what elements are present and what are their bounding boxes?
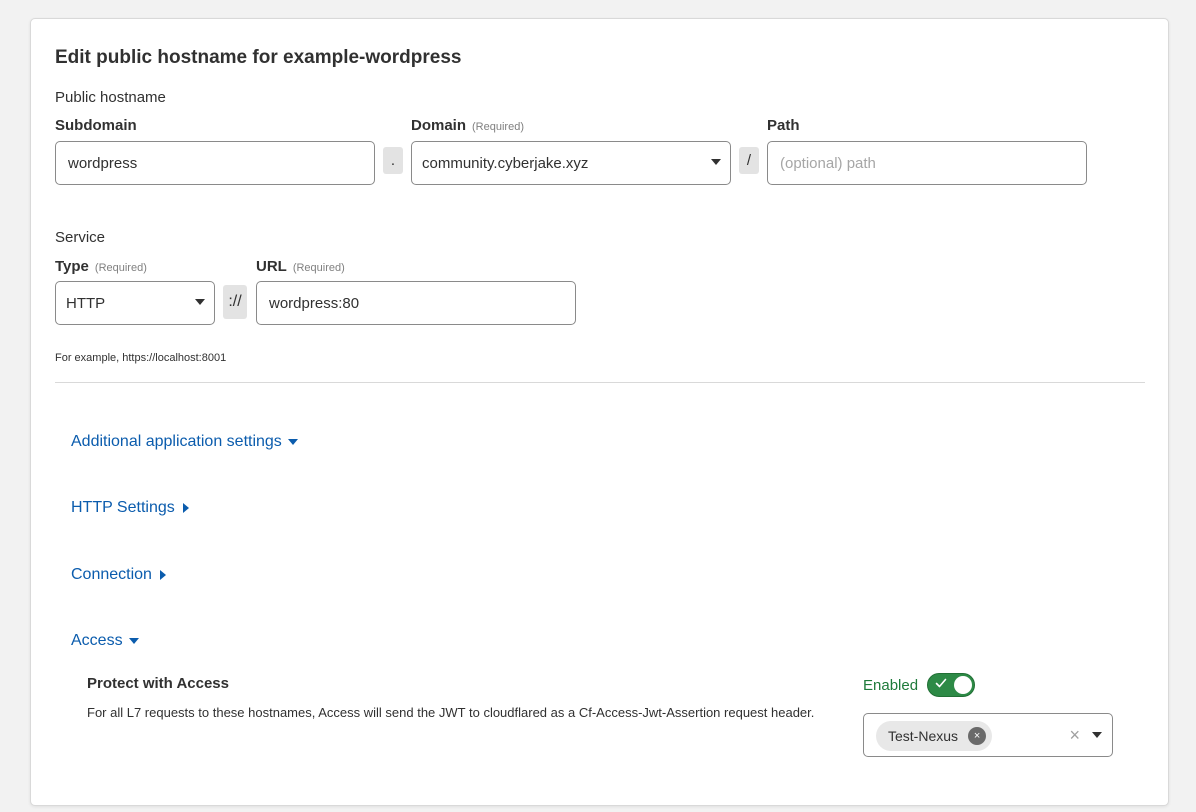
- domain-select[interactable]: community.cyberjake.xyz: [411, 141, 731, 185]
- path-label-text: Path: [767, 117, 800, 134]
- application-chip-label: Test-Nexus: [888, 728, 959, 744]
- public-hostname-label: Public hostname: [55, 89, 166, 106]
- protect-with-access-description: For all L7 requests to these hostnames, …: [87, 705, 815, 720]
- type-required: (Required): [94, 262, 147, 274]
- subdomain-input[interactable]: wordpress: [55, 141, 375, 185]
- subdomain-label-text: Subdomain: [55, 117, 137, 134]
- edit-hostname-card: Edit public hostname for example-wordpre…: [30, 18, 1169, 806]
- access-label: Access: [71, 632, 123, 649]
- additional-settings-toggle[interactable]: Additional application settings: [71, 433, 298, 451]
- service-label: Service: [55, 229, 106, 246]
- caret-down-icon: [287, 439, 298, 445]
- service-type-value[interactable]: HTTP: [55, 281, 215, 325]
- toggle-knob: [954, 676, 972, 694]
- http-settings-toggle[interactable]: HTTP Settings: [71, 499, 189, 517]
- protect-with-access-title: Protect with Access: [87, 675, 229, 692]
- domain-label-text: Domain: [411, 117, 467, 134]
- url-label-text: URL: [256, 258, 287, 275]
- subdomain-label: Subdomain: [55, 117, 137, 134]
- chevron-down-icon: [711, 159, 721, 165]
- section-divider: [55, 382, 1145, 383]
- connection-label: Connection: [71, 566, 152, 583]
- url-label: URL (Required): [256, 258, 345, 275]
- check-icon: [935, 678, 947, 688]
- url-required: (Required): [292, 262, 345, 274]
- service-type-select[interactable]: HTTP: [55, 281, 215, 325]
- caret-right-icon: [159, 570, 166, 580]
- service-url-input[interactable]: wordpress:80: [256, 281, 576, 325]
- caret-down-icon: [128, 638, 139, 644]
- domain-required: (Required): [472, 121, 524, 133]
- additional-settings-label: Additional application settings: [71, 433, 282, 450]
- enabled-label: Enabled: [863, 677, 919, 694]
- slash-separator: /: [739, 147, 759, 174]
- http-settings-label: HTTP Settings: [71, 499, 175, 516]
- path-input[interactable]: (optional) path: [767, 141, 1087, 185]
- clear-selection-icon[interactable]: ×: [1069, 725, 1080, 746]
- type-label: Type (Required): [55, 258, 147, 275]
- scheme-separator: ://: [223, 285, 247, 319]
- url-help-text: For example, https://localhost:8001: [55, 352, 227, 364]
- path-label: Path: [767, 117, 800, 134]
- application-chip: Test-Nexus ×: [876, 721, 993, 751]
- domain-select-value[interactable]: community.cyberjake.xyz: [411, 141, 731, 185]
- domain-label: Domain (Required): [411, 117, 524, 134]
- access-enabled-toggle[interactable]: [927, 673, 975, 697]
- caret-right-icon: [182, 503, 189, 513]
- connection-toggle[interactable]: Connection: [71, 566, 166, 584]
- page-title: Edit public hostname for example-wordpre…: [55, 47, 462, 68]
- type-label-text: Type: [55, 258, 89, 275]
- access-application-select[interactable]: Test-Nexus × ×: [863, 713, 1113, 757]
- chevron-down-icon: [195, 299, 205, 305]
- chip-remove-icon[interactable]: ×: [968, 727, 987, 745]
- dot-separator: .: [383, 147, 403, 174]
- access-toggle[interactable]: Access: [71, 632, 139, 650]
- chevron-down-icon[interactable]: [1092, 732, 1102, 738]
